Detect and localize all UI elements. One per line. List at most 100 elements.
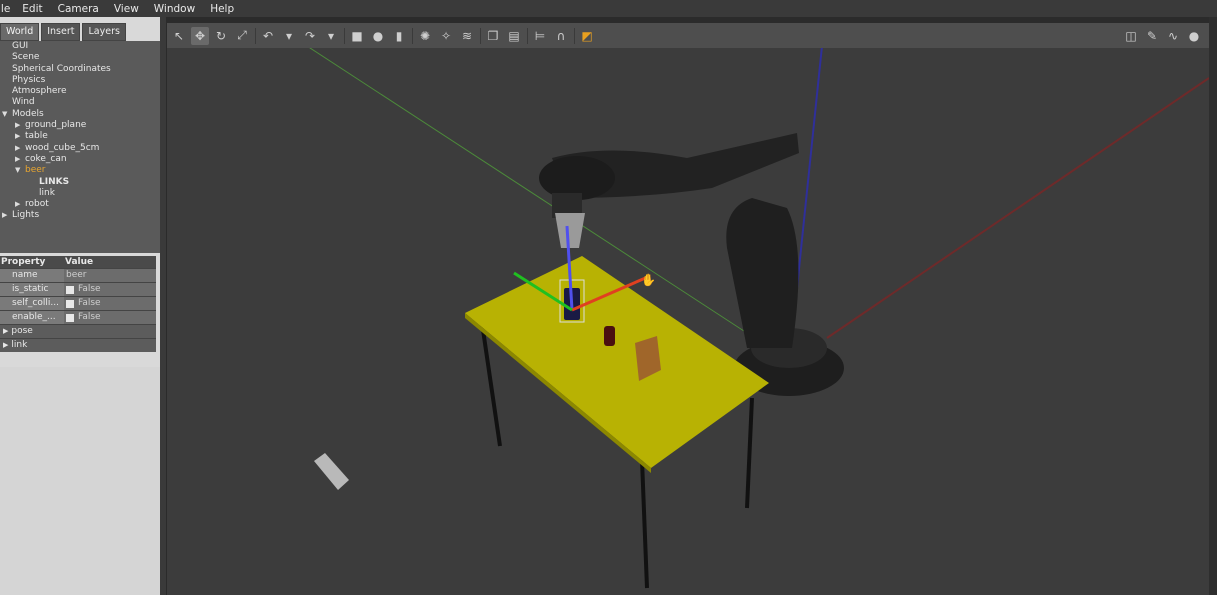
checkbox[interactable]	[66, 285, 74, 294]
property-column-header: Property	[1, 257, 46, 267]
panel-empty-area	[0, 367, 160, 595]
checkbox[interactable]	[66, 313, 74, 322]
undo-history-icon[interactable]: ▾	[280, 27, 298, 45]
property-value-text: beer	[66, 270, 87, 280]
redo-history-icon[interactable]: ▾	[322, 27, 340, 45]
property-value[interactable]: False	[64, 311, 156, 324]
screenshot-icon[interactable]: ◫	[1122, 27, 1140, 45]
property-row[interactable]: enable_... False	[0, 310, 156, 324]
spot-light-icon[interactable]: ✧	[437, 27, 455, 45]
tree-item-lights[interactable]: ▶ Lights	[0, 210, 160, 221]
coke-can	[604, 326, 615, 346]
collapse-right-icon[interactable]: ▶	[15, 199, 25, 210]
tree-item-atmosphere[interactable]: Atmosphere	[0, 86, 160, 97]
tree-item-label: Physics	[12, 74, 46, 85]
collapse-right-icon[interactable]: ▶	[15, 131, 25, 142]
tab-insert[interactable]: Insert	[41, 23, 81, 41]
property-group-pose[interactable]: ▶ pose	[0, 324, 156, 338]
property-header: Property Value	[0, 256, 156, 268]
property-key: name	[0, 269, 64, 282]
collapse-right-icon[interactable]: ▶	[3, 341, 8, 349]
tree-item-beer[interactable]: ▼ beer	[0, 165, 160, 176]
menu-help[interactable]: Help	[210, 3, 234, 15]
directional-light-icon[interactable]: ≋	[458, 27, 476, 45]
menu-ile[interactable]: ile	[0, 3, 10, 15]
value-column-header: Value	[65, 257, 94, 267]
tree-item-models[interactable]: ▼ Models	[0, 109, 160, 120]
toolbar: ↖ ✥ ↻ ⤢ ↶ ▾ ↷ ▾ ■ ● ▮ ✺ ✧ ≋ ❐ ▤ ⊨ ∩ ◩ ◫ ✎ ∿ ●	[167, 23, 1209, 48]
property-group-link[interactable]: ▶ link	[0, 338, 156, 352]
property-row[interactable]: is_static False	[0, 282, 156, 296]
collapse-right-icon[interactable]: ▶	[15, 143, 25, 154]
tree-item-label: Atmosphere	[12, 86, 67, 97]
tree-item-ground-plane[interactable]: ▶ ground_plane	[0, 120, 160, 131]
tree-item-label: ground_plane	[25, 120, 87, 131]
tree-item-label: Models	[12, 108, 44, 119]
expand-down-icon[interactable]: ▼	[2, 109, 12, 120]
property-value[interactable]: False	[64, 297, 156, 310]
toolbar-separator	[574, 27, 575, 44]
ground-wood-block	[314, 453, 349, 490]
tab-layers[interactable]: Layers	[82, 23, 126, 41]
tree-item-label: LINKS	[39, 176, 70, 187]
tree-item-wind[interactable]: Wind	[0, 97, 160, 108]
tree-item-label: Spherical Coordinates	[12, 63, 111, 74]
align-icon[interactable]: ⊨	[531, 27, 549, 45]
toolbar-separator	[344, 27, 345, 44]
menu-window[interactable]: Window	[154, 3, 195, 15]
rotate-icon[interactable]: ↻	[212, 27, 230, 45]
tree-item-table[interactable]: ▶ table	[0, 131, 160, 142]
checkbox[interactable]	[66, 299, 74, 308]
view-angle-icon[interactable]: ◩	[578, 27, 596, 45]
redo-icon[interactable]: ↷	[301, 27, 319, 45]
tree-item-links[interactable]: LINKS	[0, 177, 160, 188]
translate-icon[interactable]: ✥	[191, 26, 209, 45]
video-icon[interactable]: ●	[1185, 27, 1203, 45]
property-row[interactable]: self_colli... False	[0, 296, 156, 310]
snap-icon[interactable]: ∩	[552, 27, 570, 45]
tree-item-scene[interactable]: Scene	[0, 52, 160, 63]
select-arrow-icon[interactable]: ↖	[170, 27, 188, 45]
toolbar-separator	[527, 27, 528, 44]
tree-item-spherical-coordinates[interactable]: Spherical Coordinates	[0, 64, 160, 75]
x-axis-line	[826, 77, 1209, 339]
property-value[interactable]: beer	[64, 269, 156, 282]
cylinder-icon[interactable]: ▮	[390, 27, 408, 45]
right-splitter[interactable]	[1209, 17, 1217, 595]
tree-item-coke-can[interactable]: ▶ coke_can	[0, 154, 160, 165]
tree-item-link[interactable]: link	[0, 188, 160, 199]
menu-edit[interactable]: Edit	[22, 3, 42, 15]
point-light-icon[interactable]: ✺	[416, 27, 434, 45]
left-panel: World Insert Layers GUI Scene Spherical Coor…	[0, 17, 160, 595]
tab-world[interactable]: World	[0, 23, 40, 41]
collapse-right-icon[interactable]: ▶	[15, 120, 25, 131]
sphere-icon[interactable]: ●	[369, 27, 387, 45]
tree-item-label: beer	[25, 165, 46, 176]
collapse-right-icon[interactable]: ▶	[3, 327, 8, 335]
collapse-right-icon[interactable]: ▶	[15, 154, 25, 165]
tree-item-gui[interactable]: GUI	[0, 41, 160, 52]
property-row[interactable]: name beer	[0, 268, 156, 282]
property-value-text: False	[78, 298, 101, 308]
property-value[interactable]: False	[64, 283, 156, 296]
expand-down-icon[interactable]: ▼	[15, 165, 25, 176]
paste-icon[interactable]: ▤	[505, 27, 523, 45]
menu-view[interactable]: View	[114, 3, 139, 15]
plot-icon[interactable]: ∿	[1164, 27, 1182, 45]
collapse-right-icon[interactable]: ▶	[2, 210, 12, 221]
scale-icon[interactable]: ⤢	[233, 27, 251, 45]
tree-item-physics[interactable]: Physics	[0, 75, 160, 86]
log-icon[interactable]: ✎	[1143, 27, 1161, 45]
tree-item-robot[interactable]: ▶ robot	[0, 199, 160, 210]
world-tree: GUI Scene Spherical Coordinates Physics Atmo…	[0, 41, 160, 253]
copy-icon[interactable]: ❐	[484, 27, 502, 45]
box-icon[interactable]: ■	[348, 27, 366, 45]
undo-icon[interactable]: ↶	[259, 27, 277, 45]
panel-splitter[interactable]	[160, 17, 166, 595]
tree-item-label: GUI	[12, 41, 29, 51]
robot-gripper	[555, 213, 585, 248]
3d-viewport[interactable]: ✋	[167, 48, 1209, 595]
tree-item-wood-cube-5cm[interactable]: ▶ wood_cube_5cm	[0, 143, 160, 154]
panel-tabs: World Insert Layers	[0, 23, 128, 41]
menu-camera[interactable]: Camera	[58, 3, 99, 15]
